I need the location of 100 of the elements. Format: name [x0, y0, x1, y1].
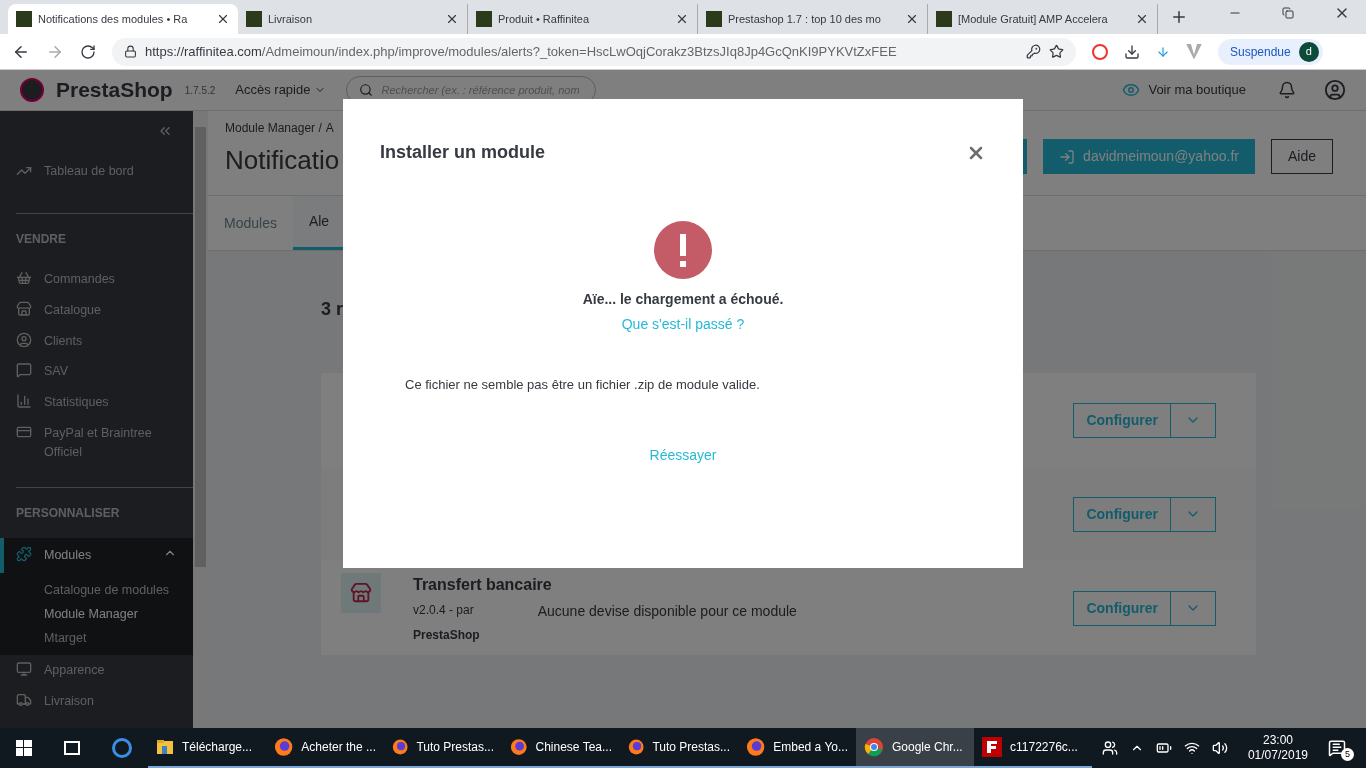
submenu-item[interactable]: Mtarget — [44, 628, 193, 648]
menu-item[interactable]: Commandes — [0, 264, 193, 295]
fox-globe-icon — [392, 737, 409, 757]
lock-icon — [124, 45, 137, 58]
tab-title: Produit • Raffinitea — [498, 11, 591, 27]
version-text: 1.7.5.2 — [184, 83, 216, 98]
logo-text: PrestaShop — [56, 77, 173, 104]
user-icon[interactable] — [1324, 79, 1346, 101]
eye-icon — [1122, 81, 1141, 99]
bar-chart-icon — [16, 393, 32, 409]
store-icon — [16, 300, 32, 317]
browser-tab[interactable]: Prestashop 1.7 : top 10 des mo — [698, 4, 928, 34]
menu-item[interactable]: Livraison — [0, 686, 193, 717]
restore-icon[interactable] — [1282, 7, 1294, 19]
submenu-item[interactable]: Module Manager — [44, 604, 193, 624]
what-happened-link[interactable]: Que s'est-il passé ? — [621, 314, 745, 335]
wifi-icon[interactable] — [1183, 740, 1200, 756]
close-icon[interactable] — [1135, 12, 1149, 26]
folder-icon — [156, 738, 174, 756]
retry-link[interactable]: Réessayer — [649, 444, 717, 466]
favicon-icon — [16, 11, 32, 27]
arrow-down-icon[interactable] — [1156, 44, 1170, 59]
truck-icon — [16, 692, 32, 708]
taskbar-app[interactable]: Télécharge... — [148, 728, 266, 768]
notification-badge: 5 — [1341, 748, 1354, 761]
error-icon — [654, 221, 712, 279]
people-icon[interactable] — [1101, 740, 1118, 756]
fox-globe-icon — [274, 737, 294, 757]
close-icon[interactable] — [905, 12, 919, 26]
taskbar-app[interactable]: Tuto Prestas... — [620, 728, 738, 768]
tab-title: Prestashop 1.7 : top 10 des mo — [728, 11, 882, 27]
basket-icon — [16, 270, 32, 286]
task-view-icon[interactable] — [64, 741, 80, 755]
section-title: PERSONNALISER — [15, 505, 121, 523]
taskbar-app[interactable]: Google Chr... — [856, 728, 974, 768]
help-button[interactable]: Aide — [1270, 139, 1333, 174]
menu-item[interactable]: Statistiques — [0, 387, 193, 418]
favicon-icon — [476, 11, 492, 27]
favicon-icon — [706, 11, 722, 27]
modal-title: Installer un module — [380, 141, 546, 164]
close-icon[interactable] — [675, 12, 689, 26]
battery-icon[interactable] — [1155, 740, 1172, 756]
address-field[interactable]: https://raffinitea.com/Admeimoun/index.php/improve/modules/alerts?_token=HscLwOqjCorakz3BtzsJIq8Jp4GcQnKI9PYKVtZxFEE — [112, 37, 1076, 66]
login-icon — [1059, 148, 1076, 165]
url-text: https://raffinitea.com/Admeimoun/index.php/improve/modules/alerts?_token=HscLwOqjCorakz3BtzsJIq8Jp4GcQnKI9PYKVtZxFEE — [145, 42, 897, 61]
taskbar-app[interactable]: c1172276c... — [974, 728, 1092, 768]
fox-globe-icon — [510, 737, 528, 757]
menu-item[interactable]: Apparence — [0, 655, 193, 686]
search-icon — [359, 83, 374, 97]
reload-icon[interactable] — [80, 43, 96, 60]
profile-button[interactable]: Suspendue d — [1218, 38, 1323, 65]
menu-item[interactable]: Modules — [0, 538, 193, 573]
breadcrumb: Module Manager / A — [225, 120, 335, 137]
tab-title: Notifications des modules • Ra — [38, 11, 189, 27]
taskbar-app[interactable]: Tuto Prestas... — [384, 728, 502, 768]
module-version: v2.0.4 - par — [413, 601, 474, 619]
browser-tab[interactable]: Produit • Raffinitea — [468, 4, 698, 34]
menu-item[interactable]: Catalogue — [0, 294, 193, 326]
module-name: Transfert bancaire — [413, 574, 553, 595]
monitor-icon — [16, 661, 32, 678]
close-icon[interactable] — [216, 12, 230, 26]
taskbar-app[interactable]: Acheter the ... — [266, 728, 384, 768]
error-title: Aïe... le chargement a échoué. — [582, 290, 784, 309]
dashboard-item[interactable]: Tableau de bord — [0, 159, 193, 183]
menu-item[interactable]: PayPal et Braintree Officiel — [0, 417, 193, 468]
user-circle-icon — [16, 331, 32, 348]
notification-icon[interactable] — [1328, 739, 1346, 757]
menu-item[interactable]: SAV — [0, 356, 193, 387]
browser-tab[interactable]: [Module Gratuit] AMP Accelera — [928, 4, 1158, 34]
speaker-icon[interactable] — [1211, 740, 1228, 756]
star-icon[interactable] — [1049, 44, 1064, 59]
page-tab[interactable]: Ale — [292, 196, 346, 250]
browser-tab[interactable]: Notifications des modules • Ra — [8, 4, 238, 34]
page-tab[interactable]: Modules — [208, 196, 293, 250]
bell-icon[interactable] — [1278, 81, 1296, 99]
tab-title: Livraison — [268, 11, 314, 27]
menu-item[interactable]: Clients — [0, 325, 193, 357]
chat-icon — [16, 362, 32, 379]
key-icon[interactable] — [1026, 44, 1041, 59]
fox-globe-icon — [628, 737, 645, 757]
quick-access-button[interactable]: Accès rapide — [235, 80, 327, 100]
download-icon[interactable] — [1124, 43, 1140, 60]
scrollbar[interactable] — [193, 111, 208, 728]
module-author: PrestaShop — [413, 626, 481, 644]
fox-globe-icon — [746, 737, 766, 757]
submenu-item[interactable]: Catalogue de modules — [44, 581, 193, 600]
error-message: Ce fichier ne semble pas être un fichier .zip de module valide. — [405, 376, 761, 394]
module-description: Aucune devise disponible pour ce module — [537, 601, 797, 621]
browser-tab[interactable]: Livraison — [238, 4, 468, 34]
avatar-icon: d — [1298, 41, 1319, 62]
puzzle-icon — [16, 546, 32, 563]
filezilla-icon — [982, 737, 1002, 757]
tab-title: [Module Gratuit] AMP Accelera — [958, 11, 1109, 27]
edge-icon[interactable] — [112, 738, 132, 758]
close-icon[interactable] — [445, 12, 459, 26]
view-shop-link[interactable]: Voir ma boutique — [1122, 80, 1246, 100]
taskbar-app[interactable]: Chinese Tea... — [502, 728, 620, 768]
clock[interactable]: 23:00 01/07/2019 — [1247, 733, 1308, 763]
new-tab-icon[interactable] — [1170, 8, 1188, 26]
chrome-icon — [864, 737, 884, 757]
